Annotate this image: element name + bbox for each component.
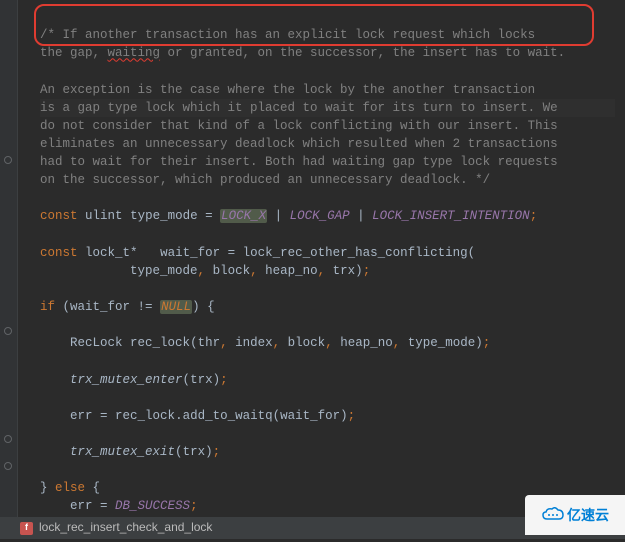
comment-line: do not consider that kind of a lock conf… <box>40 119 558 133</box>
code-editor[interactable]: /* If another transaction has an explici… <box>18 0 625 542</box>
code-line: const ulint type_mode = LOCK_X | LOCK_GA… <box>40 209 537 223</box>
breadcrumb-function[interactable]: lock_rec_insert_check_and_lock <box>39 519 212 536</box>
comment-line: is a gap type lock which it placed to wa… <box>40 101 558 115</box>
code-line: err = DB_SUCCESS; <box>40 499 198 513</box>
watermark-badge: 亿速云 <box>525 495 625 535</box>
watermark-text: 亿速云 <box>567 505 609 525</box>
comment-line: the gap, waiting or granted, on the succ… <box>40 46 565 60</box>
code-line: RecLock rec_lock(thr, index, block, heap… <box>40 336 490 350</box>
code-line: trx_mutex_exit(trx); <box>40 445 220 459</box>
fold-marker-icon[interactable] <box>4 462 12 470</box>
highlighted-token: NULL <box>160 300 192 314</box>
cloud-icon <box>541 507 565 523</box>
code-line: err = rec_lock.add_to_waitq(wait_for); <box>40 409 355 423</box>
code-line: } else { <box>40 481 100 495</box>
comment-line: had to wait for their insert. Both had w… <box>40 155 558 169</box>
highlighted-token: LOCK_X <box>220 209 267 223</box>
code-line: trx_mutex_enter(trx); <box>40 373 228 387</box>
fold-marker-icon[interactable] <box>4 435 12 443</box>
fold-marker-icon[interactable] <box>4 156 12 164</box>
function-icon: f <box>20 522 33 535</box>
editor-gutter <box>0 0 18 539</box>
fold-marker-icon[interactable] <box>4 327 12 335</box>
spellcheck-underline: waiting <box>108 46 161 60</box>
comment-line: /* If another transaction has an explici… <box>40 28 535 42</box>
code-line: const lock_t* wait_for = lock_rec_other_… <box>40 246 475 260</box>
code-line: type_mode, block, heap_no, trx); <box>40 264 370 278</box>
comment-line: on the successor, which produced an unne… <box>40 173 490 187</box>
code-line: if (wait_for != NULL) { <box>40 300 215 314</box>
comment-line: eliminates an unnecessary deadlock which… <box>40 137 558 151</box>
comment-line: An exception is the case where the lock … <box>40 83 535 97</box>
